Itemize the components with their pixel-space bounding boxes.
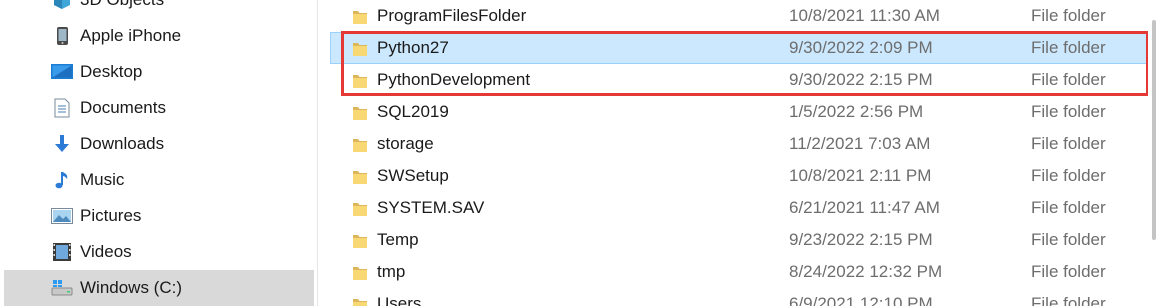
nav-item-label: Downloads [80,134,165,153]
documents-icon [51,97,73,119]
nav-item-label: Desktop [80,62,143,81]
folder-icon [353,267,367,280]
file-name: SWSetup [377,166,449,185]
folder-icon [353,235,367,248]
file-name: SYSTEM.SAV [377,198,485,217]
phone-icon [51,25,73,47]
folder-icon [353,43,367,56]
file-name: storage [377,134,434,153]
file-name: ProgramFilesFolder [377,6,527,25]
file-date-modified: 9/30/2022 2:15 PM [789,70,933,89]
file-date-modified: 6/9/2021 12:10 PM [789,294,933,306]
nav-item-label: Windows (C:) [80,278,183,297]
nav-item-apple-iphone[interactable]: Apple iPhone [4,18,314,54]
file-type: File folder [1031,70,1106,89]
download-icon [51,133,73,155]
nav-item-label: Music [80,170,125,189]
file-type: File folder [1031,166,1106,185]
file-row-python27[interactable]: Python27 9/30/2022 2:09 PM File folder [330,32,1150,64]
file-date-modified: 10/8/2021 11:30 AM [789,6,940,25]
file-name: SQL2019 [377,102,449,121]
file-row-temp[interactable]: Temp 9/23/2022 2:15 PM File folder [330,224,1150,256]
file-type: File folder [1031,134,1106,153]
desktop-icon [51,61,73,83]
folder-icon [353,107,367,120]
file-name: Users [377,294,422,306]
file-name: Python27 [377,38,449,57]
nav-item-label: Documents [80,98,166,117]
file-type: File folder [1031,38,1106,57]
folder-icon [353,139,367,152]
nav-item-3d-objects[interactable]: 3D Objects [4,0,314,18]
nav-item-videos[interactable]: Videos [4,234,314,270]
file-type: File folder [1031,294,1106,306]
file-type: File folder [1031,262,1106,281]
navigation-pane: 3D Objects Apple iPhone Desktop Document… [0,0,318,306]
nav-item-music[interactable]: Music [4,162,314,198]
nav-item-desktop[interactable]: Desktop [4,54,314,90]
folder-icon [353,171,367,184]
nav-item-label: Videos [80,242,132,261]
file-row-pythondevelopment[interactable]: PythonDevelopment 9/30/2022 2:15 PM File… [330,64,1150,96]
file-name: Temp [377,230,419,249]
file-type: File folder [1031,198,1106,217]
file-row-users[interactable]: Users 6/9/2021 12:10 PM File folder [330,288,1150,306]
file-date-modified: 10/8/2021 2:11 PM [789,166,932,185]
pictures-icon [51,205,73,227]
drive-icon [51,277,73,299]
file-row-tmp[interactable]: tmp 8/24/2022 12:32 PM File folder [330,256,1150,288]
nav-item-windows-c[interactable]: Windows (C:) [4,270,314,306]
file-date-modified: 1/5/2022 2:56 PM [789,102,924,121]
folder-icon [353,299,367,306]
file-row-sql2019[interactable]: SQL2019 1/5/2022 2:56 PM File folder [330,96,1150,128]
file-date-modified: 9/23/2022 2:15 PM [789,230,933,249]
folder-icon [353,11,367,24]
nav-item-label: Apple iPhone [80,26,182,45]
file-type: File folder [1031,6,1106,25]
file-date-modified: 6/21/2021 11:47 AM [789,198,940,217]
folder-icon [353,75,367,88]
file-list: ProgramFilesFolder 10/8/2021 11:30 AM Fi… [318,0,1160,306]
file-date-modified: 11/2/2021 7:03 AM [789,134,931,153]
file-explorer-window: 3D Objects Apple iPhone Desktop Document… [0,0,1160,306]
folder-icon [353,203,367,216]
file-name: PythonDevelopment [377,70,531,89]
vertical-scrollbar[interactable] [1148,0,1160,306]
file-row-system-sav[interactable]: SYSTEM.SAV 6/21/2021 11:47 AM File folde… [330,192,1150,224]
videos-icon [51,241,73,263]
nav-item-label: Pictures [80,206,142,225]
file-type: File folder [1031,230,1106,249]
3d-objects-icon [51,0,73,11]
scrollbar-thumb[interactable] [1152,20,1156,240]
nav-item-pictures[interactable]: Pictures [4,198,314,234]
file-date-modified: 9/30/2022 2:09 PM [789,38,933,57]
nav-item-documents[interactable]: Documents [4,90,314,126]
music-icon [51,169,73,191]
file-row-programfilesfolder[interactable]: ProgramFilesFolder 10/8/2021 11:30 AM Fi… [330,0,1150,32]
file-type: File folder [1031,102,1106,121]
file-row-storage[interactable]: storage 11/2/2021 7:03 AM File folder [330,128,1150,160]
nav-item-label: 3D Objects [80,0,164,10]
file-row-swsetup[interactable]: SWSetup 10/8/2021 2:11 PM File folder [330,160,1150,192]
file-date-modified: 8/24/2022 12:32 PM [789,262,943,281]
file-name: tmp [377,262,406,281]
nav-item-downloads[interactable]: Downloads [4,126,314,162]
